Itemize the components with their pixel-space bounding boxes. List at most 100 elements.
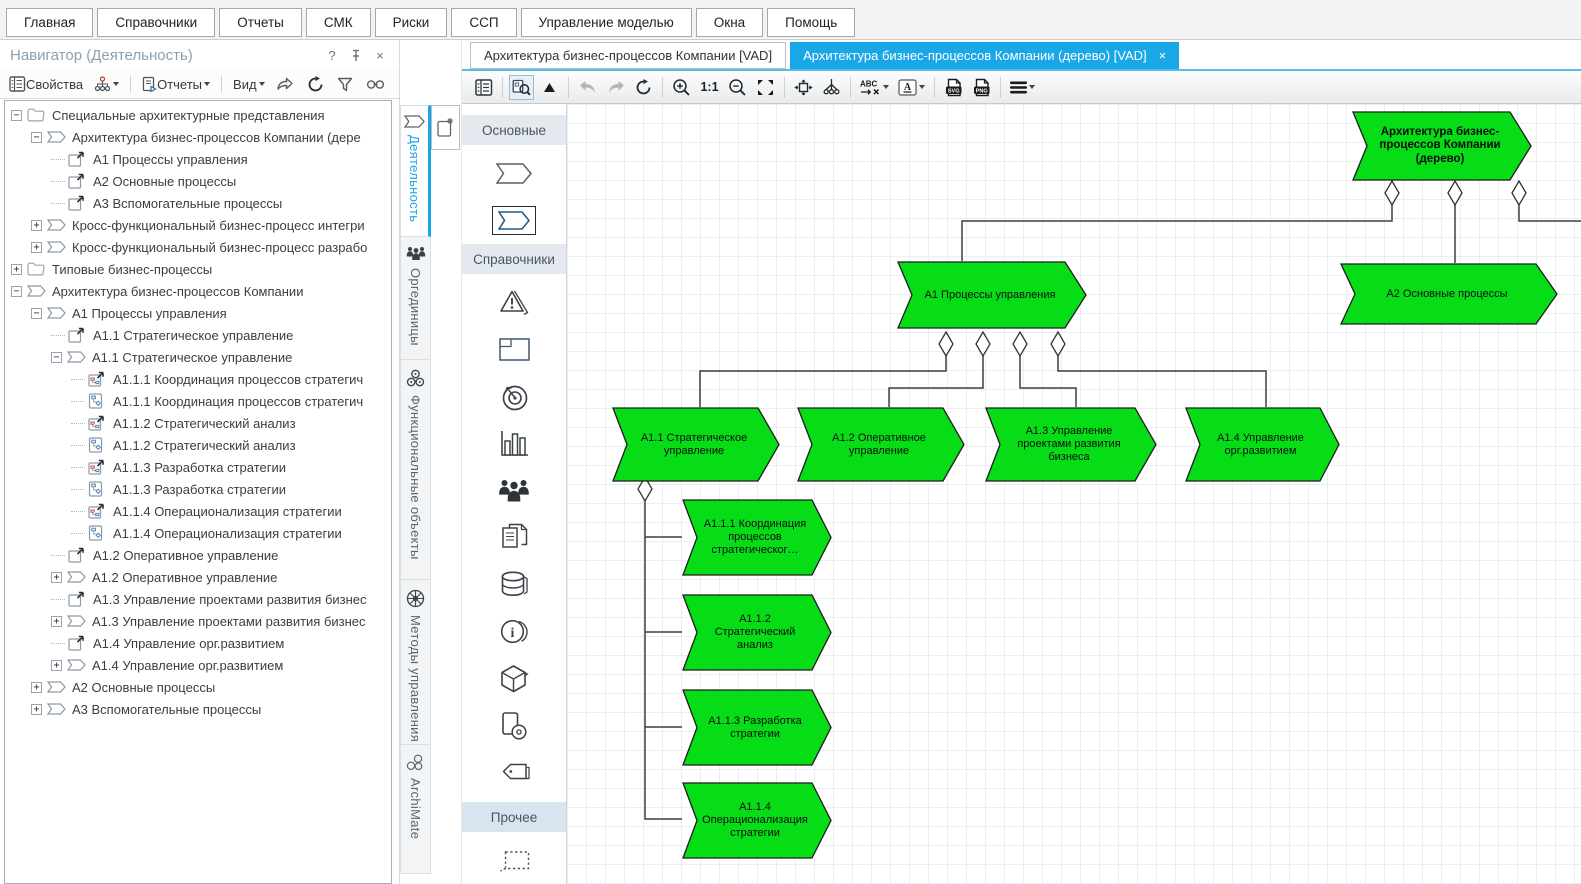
one-to-one-button[interactable]: 1:1 [697, 75, 722, 100]
process-node-root[interactable]: Архитектура бизнес-процессов Компании (д… [1352, 111, 1532, 181]
diagram-canvas[interactable]: Архитектура бизнес-процессов Компании (д… [567, 104, 1581, 884]
collapse-toggle[interactable]: − [31, 132, 42, 143]
process-node-a1-1-4[interactable]: А1.1.4 Операционализация стратегии [682, 782, 832, 859]
expand-toggle[interactable]: + [31, 242, 42, 253]
tree-row[interactable]: −А1 Процессы управления [5, 302, 391, 324]
tree-row[interactable]: А1.1.3 Разработка стратегии [5, 478, 391, 500]
tree-row[interactable]: −Архитектура бизнес-процессов Компании [5, 280, 391, 302]
document-tab-2[interactable]: Архитектура бизнес-процессов Компании (д… [790, 42, 1179, 69]
palette-item-frame[interactable] [462, 837, 566, 884]
hierarchy-button[interactable] [91, 72, 122, 97]
palette-item-object[interactable] [462, 655, 566, 702]
palette-item-term[interactable] [462, 749, 566, 796]
fit-content-button[interactable] [791, 75, 816, 100]
expand-toggle[interactable]: + [31, 704, 42, 715]
expand-toggle[interactable]: + [51, 572, 62, 583]
tree-row[interactable]: −А1.1 Стратегическое управление [5, 346, 391, 368]
pin-button[interactable] [347, 46, 365, 64]
palette-item-org-unit[interactable] [462, 467, 566, 514]
view-button[interactable]: Вид [230, 72, 268, 97]
tree-row[interactable]: А1.1.2 Стратегический анализ [5, 434, 391, 456]
palette-item-database[interactable] [462, 561, 566, 608]
palette-item-risk[interactable] [462, 279, 566, 326]
share-button[interactable] [273, 72, 298, 97]
close-panel-button[interactable]: × [371, 46, 389, 64]
redo-button[interactable] [603, 75, 628, 100]
expand-toggle[interactable]: + [51, 616, 62, 627]
new-diagram-button[interactable] [431, 105, 460, 150]
tree-row[interactable]: А1.1.4 Операционализация стратегии [5, 522, 391, 544]
refresh-button[interactable] [631, 75, 656, 100]
tree-row[interactable]: А1.1.4 Операционализация стратегии [5, 500, 391, 522]
process-node-a1-2[interactable]: А1.2 Оперативное управление [797, 407, 965, 482]
tree-row[interactable]: А1.2 Оперативное управление [5, 544, 391, 566]
process-node-a1-4[interactable]: А1.4 Управление орг.развитием [1185, 407, 1340, 482]
process-node-a1-1[interactable]: А1.1 Стратегическое управление [612, 407, 780, 482]
tree-row[interactable]: +Кросс-функциональный бизнес-процесс раз… [5, 236, 391, 258]
collapse-toggle[interactable]: − [31, 308, 42, 319]
expand-toggle[interactable]: + [31, 220, 42, 231]
tree-row[interactable]: А1.1 Стратегическое управление [5, 324, 391, 346]
tree-row[interactable]: А1.1.2 Стратегический анализ [5, 412, 391, 434]
side-tab-4[interactable]: Методы управления [400, 580, 431, 745]
tree-row[interactable]: +Кросс-функциональный бизнес-процесс инт… [5, 214, 391, 236]
side-tab-5[interactable]: ArchiMate [400, 745, 431, 874]
zoom-out-button[interactable] [725, 75, 750, 100]
menu-item-8[interactable]: Окна [696, 8, 763, 37]
tree-row[interactable]: А2 Основные процессы [5, 170, 391, 192]
zoom-in-button[interactable] [669, 75, 694, 100]
properties-button[interactable]: Свойства [6, 72, 86, 97]
refresh-button[interactable] [303, 72, 328, 97]
side-tab-1[interactable]: Деятельность [400, 105, 431, 237]
palette-item-goal[interactable] [462, 373, 566, 420]
tree-row[interactable]: +А2 Основные процессы [5, 676, 391, 698]
help-button[interactable]: ? [323, 46, 341, 64]
document-tab-1[interactable]: Архитектура бизнес-процессов Компании [V… [470, 42, 786, 69]
find-shape-button[interactable] [509, 75, 534, 100]
rename-abc-button[interactable]: ABC [857, 75, 892, 100]
export-png-button[interactable]: PNG [969, 75, 994, 100]
tree-row[interactable]: −Специальные архитектурные представления [5, 104, 391, 126]
reports-button[interactable]: Отчеты [139, 72, 213, 97]
side-tab-2[interactable]: Оргединицы [400, 237, 431, 360]
process-node-a1[interactable]: А1 Процессы управления [897, 261, 1087, 329]
menu-item-2[interactable]: Справочники [97, 8, 215, 37]
collapse-toggle[interactable]: − [11, 110, 22, 121]
process-node-a2[interactable]: А2 Основные процессы [1340, 263, 1558, 325]
undo-button[interactable] [575, 75, 600, 100]
menu-item-5[interactable]: Риски [375, 8, 448, 37]
menu-item-4[interactable]: СМК [306, 8, 371, 37]
tree-row[interactable]: А1 Процессы управления [5, 148, 391, 170]
tree-row[interactable]: +А3 Вспомогательные процессы [5, 698, 391, 720]
auto-layout-button[interactable] [819, 75, 844, 100]
menu-item-7[interactable]: Управление моделью [521, 8, 692, 37]
palette-item-software[interactable] [462, 702, 566, 749]
tree-row[interactable]: +Типовые бизнес-процессы [5, 258, 391, 280]
menu-item-3[interactable]: Отчеты [219, 8, 302, 37]
tree-row[interactable]: А1.4 Управление орг.развитием [5, 632, 391, 654]
palette-item-vad-process-selected[interactable] [462, 197, 566, 244]
close-tab-button[interactable]: × [1159, 48, 1167, 63]
tree-row[interactable]: А1.3 Управление проектами развития бизне… [5, 588, 391, 610]
menu-bars-button[interactable] [1007, 75, 1038, 100]
fit-screen-button[interactable] [753, 75, 778, 100]
process-node-a1-1-3[interactable]: А1.1.3 Разработка стратегии [682, 689, 832, 766]
side-tab-3[interactable]: Функциональные объекты [400, 360, 431, 580]
tree-row[interactable]: А1.1.3 Разработка стратегии [5, 456, 391, 478]
filter-button[interactable] [333, 72, 358, 97]
menu-item-1[interactable]: Главная [6, 8, 93, 37]
menu-item-6[interactable]: ССП [451, 8, 516, 37]
palette-item-document[interactable] [462, 514, 566, 561]
process-node-a1-1-1[interactable]: А1.1.1 Координация процессов стратегичес… [682, 499, 832, 576]
expand-toggle[interactable]: + [11, 264, 22, 275]
tree-row[interactable]: А1.1.1 Координация процессов стратегич [5, 368, 391, 390]
palette-item-indicator[interactable] [462, 420, 566, 467]
expand-toggle[interactable]: + [51, 660, 62, 671]
expand-toggle[interactable]: + [31, 682, 42, 693]
tree-row[interactable]: А3 Вспомогательные процессы [5, 192, 391, 214]
export-svg-button[interactable]: SVG [941, 75, 966, 100]
link-button[interactable] [363, 72, 388, 97]
process-node-a1-3[interactable]: А1.3 Управление проектами развития бизне… [985, 407, 1157, 482]
collapse-toggle[interactable]: − [51, 352, 62, 363]
tree-row[interactable]: −Архитектура бизнес-процессов Компании (… [5, 126, 391, 148]
